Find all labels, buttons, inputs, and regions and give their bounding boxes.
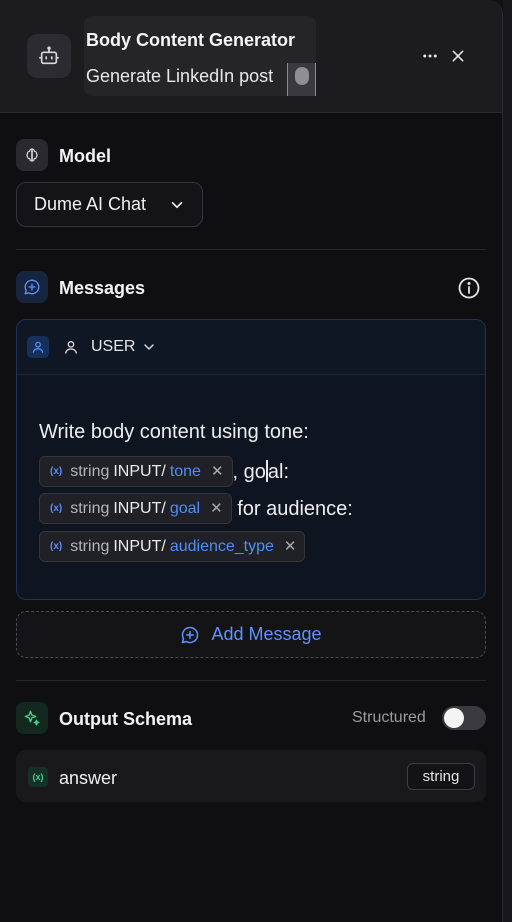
message-plus-icon xyxy=(16,271,48,303)
structured-label: Structured xyxy=(352,709,426,726)
variable-type: string xyxy=(70,537,110,555)
close-icon[interactable] xyxy=(446,44,470,68)
messages-section-title: Messages xyxy=(59,278,146,298)
message-text: al: xyxy=(267,460,290,483)
role-label: USER xyxy=(91,338,136,355)
add-message-button[interactable]: Add Message xyxy=(16,611,486,658)
canvas-edge xyxy=(503,0,512,922)
model-dropdown[interactable]: Dume AI Chat xyxy=(16,182,203,227)
variable-type: string xyxy=(70,500,110,518)
chevron-down-icon xyxy=(144,344,154,350)
info-icon[interactable] xyxy=(457,276,481,300)
variable-chip[interactable]: (x) string INPUT/goal ✕ xyxy=(39,493,232,525)
model-dropdown-value: Dume AI Chat xyxy=(34,194,147,214)
remove-variable-icon[interactable]: ✕ xyxy=(284,531,297,562)
variable-path: INPUT/ xyxy=(113,537,166,555)
sparkles-icon xyxy=(16,702,48,734)
section-divider xyxy=(16,249,486,250)
chevron-down-icon xyxy=(171,201,183,209)
panel-header: Body Content Generator Generate LinkedIn… xyxy=(0,0,502,113)
message-card: USER Write body content using tone: (x) s… xyxy=(16,319,486,600)
node-description[interactable]: Generate LinkedIn post xyxy=(86,66,273,87)
field-name: answer xyxy=(59,768,118,788)
variable-type: string xyxy=(70,462,110,480)
variable-chip[interactable]: (x) string INPUT/audience_type ✕ xyxy=(39,530,306,562)
output-schema-title: Output Schema xyxy=(59,709,193,729)
model-section-title: Model xyxy=(59,146,111,166)
message-text: Write body content using tone: xyxy=(39,421,309,443)
variable-chip[interactable]: (x) string INPUT/tone ✕ xyxy=(39,455,233,487)
brain-icon xyxy=(16,139,48,171)
toggle-knob xyxy=(444,708,464,728)
message-header: USER xyxy=(17,320,485,375)
node-config-panel: Body Content Generator Generate LinkedIn… xyxy=(0,0,503,922)
variable-icon: (x) xyxy=(50,503,63,515)
schema-field-row[interactable]: (x) answer string xyxy=(16,750,486,802)
user-icon xyxy=(27,336,49,358)
robot-icon xyxy=(27,34,71,78)
variable-name: audience_type xyxy=(169,537,274,555)
remove-variable-icon[interactable]: ✕ xyxy=(210,493,223,524)
message-plus-icon xyxy=(182,626,199,643)
variable-icon: (x) xyxy=(50,540,63,552)
section-divider xyxy=(16,680,486,681)
variable-name: goal xyxy=(169,500,201,518)
structured-toggle[interactable] xyxy=(442,706,486,730)
role-dropdown[interactable]: USER xyxy=(63,334,163,360)
remove-variable-icon[interactable]: ✕ xyxy=(211,456,224,487)
message-text: , go xyxy=(232,460,266,483)
user-icon xyxy=(65,341,77,354)
message-editor[interactable]: Write body content using tone: (x) string… xyxy=(39,416,469,566)
variable-path: INPUT/ xyxy=(113,500,166,518)
variable-icon: (x) xyxy=(50,465,63,477)
variable-path: INPUT/ xyxy=(113,462,166,480)
node-title[interactable]: Body Content Generator xyxy=(86,30,295,51)
variable-name: tone xyxy=(169,462,201,480)
mouse-cursor-icon xyxy=(287,63,316,96)
field-type-badge[interactable]: string xyxy=(407,763,475,790)
add-message-label: Add Message xyxy=(211,624,322,644)
message-text: for audience: xyxy=(237,498,353,520)
variable-icon: (x) xyxy=(28,767,48,787)
more-horizontal-icon[interactable] xyxy=(418,44,442,68)
